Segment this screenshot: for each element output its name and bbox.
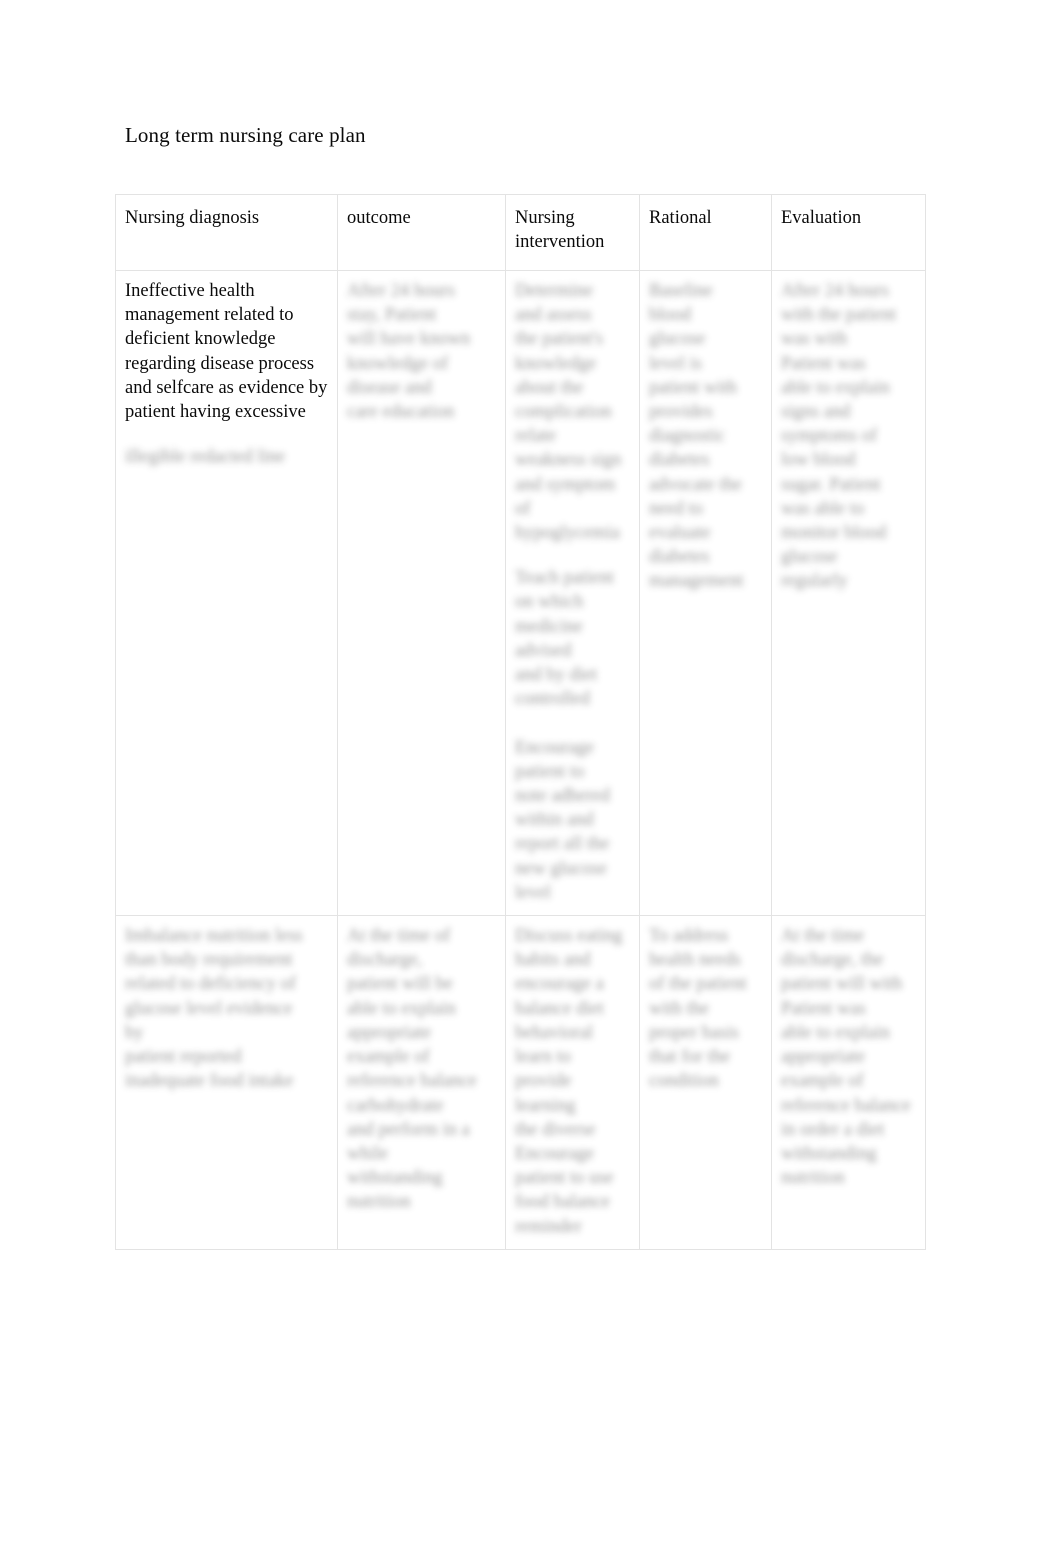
intervention-text-redacted-2: Teach patient on which medicine advised … xyxy=(515,568,614,903)
column-header-nursing-intervention: Nursing intervention xyxy=(505,194,640,271)
cell-nursing-intervention: Determine and assess the patient's knowl… xyxy=(505,269,640,917)
diagnosis-text-redacted: illegible redacted line xyxy=(125,447,286,468)
cell-outcome: After 24 hours stay, Patient will have k… xyxy=(337,269,506,917)
cell-nursing-diagnosis: Imbalance nutrition less than body requi… xyxy=(115,915,338,1250)
rational-text-redacted: To address health needs of the patient w… xyxy=(649,926,747,1092)
cell-evaluation: After 24 hours with the patient was with… xyxy=(771,269,926,917)
cell-outcome: At the time of discharge, patient will b… xyxy=(337,915,506,1250)
table-row: Ineffective health management related to… xyxy=(115,269,926,917)
cell-nursing-intervention: Discuss eating habits and encourage a ba… xyxy=(505,915,640,1250)
care-plan-table: Nursing diagnosis outcome Nursing interv… xyxy=(115,194,926,1250)
table-row: Imbalance nutrition less than body requi… xyxy=(115,915,926,1250)
evaluation-text-redacted: At the time discharge, the patient will … xyxy=(781,926,911,1189)
cell-rational: To address health needs of the patient w… xyxy=(639,915,772,1250)
column-header-evaluation: Evaluation xyxy=(771,194,926,271)
column-header-rational: Rational xyxy=(639,194,772,271)
outcome-text-redacted: After 24 hours stay, Patient will have k… xyxy=(347,281,471,423)
table-header-row: Nursing diagnosis outcome Nursing interv… xyxy=(115,194,926,271)
document-page: Long term nursing care plan Nursing diag… xyxy=(0,0,1062,1556)
intervention-text-redacted: Discuss eating habits and encourage a ba… xyxy=(515,926,623,1237)
evaluation-text-redacted: After 24 hours with the patient was with… xyxy=(781,281,897,592)
column-header-outcome: outcome xyxy=(337,194,506,271)
column-header-nursing-diagnosis: Nursing diagnosis xyxy=(115,194,338,271)
cell-nursing-diagnosis: Ineffective health management related to… xyxy=(115,269,338,917)
page-title: Long term nursing care plan xyxy=(125,123,366,147)
diagnosis-text: Ineffective health management related to… xyxy=(125,281,328,423)
cell-rational: Baseline blood glucose level is patient … xyxy=(639,269,772,917)
intervention-text-redacted: Determine and assess the patient's knowl… xyxy=(515,281,622,544)
diagnosis-text-redacted: Imbalance nutrition less than body requi… xyxy=(125,926,303,1092)
rational-text-redacted: Baseline blood glucose level is patient … xyxy=(649,281,744,592)
outcome-text-redacted: At the time of discharge, patient will b… xyxy=(347,926,477,1213)
cell-evaluation: At the time discharge, the patient will … xyxy=(771,915,926,1250)
